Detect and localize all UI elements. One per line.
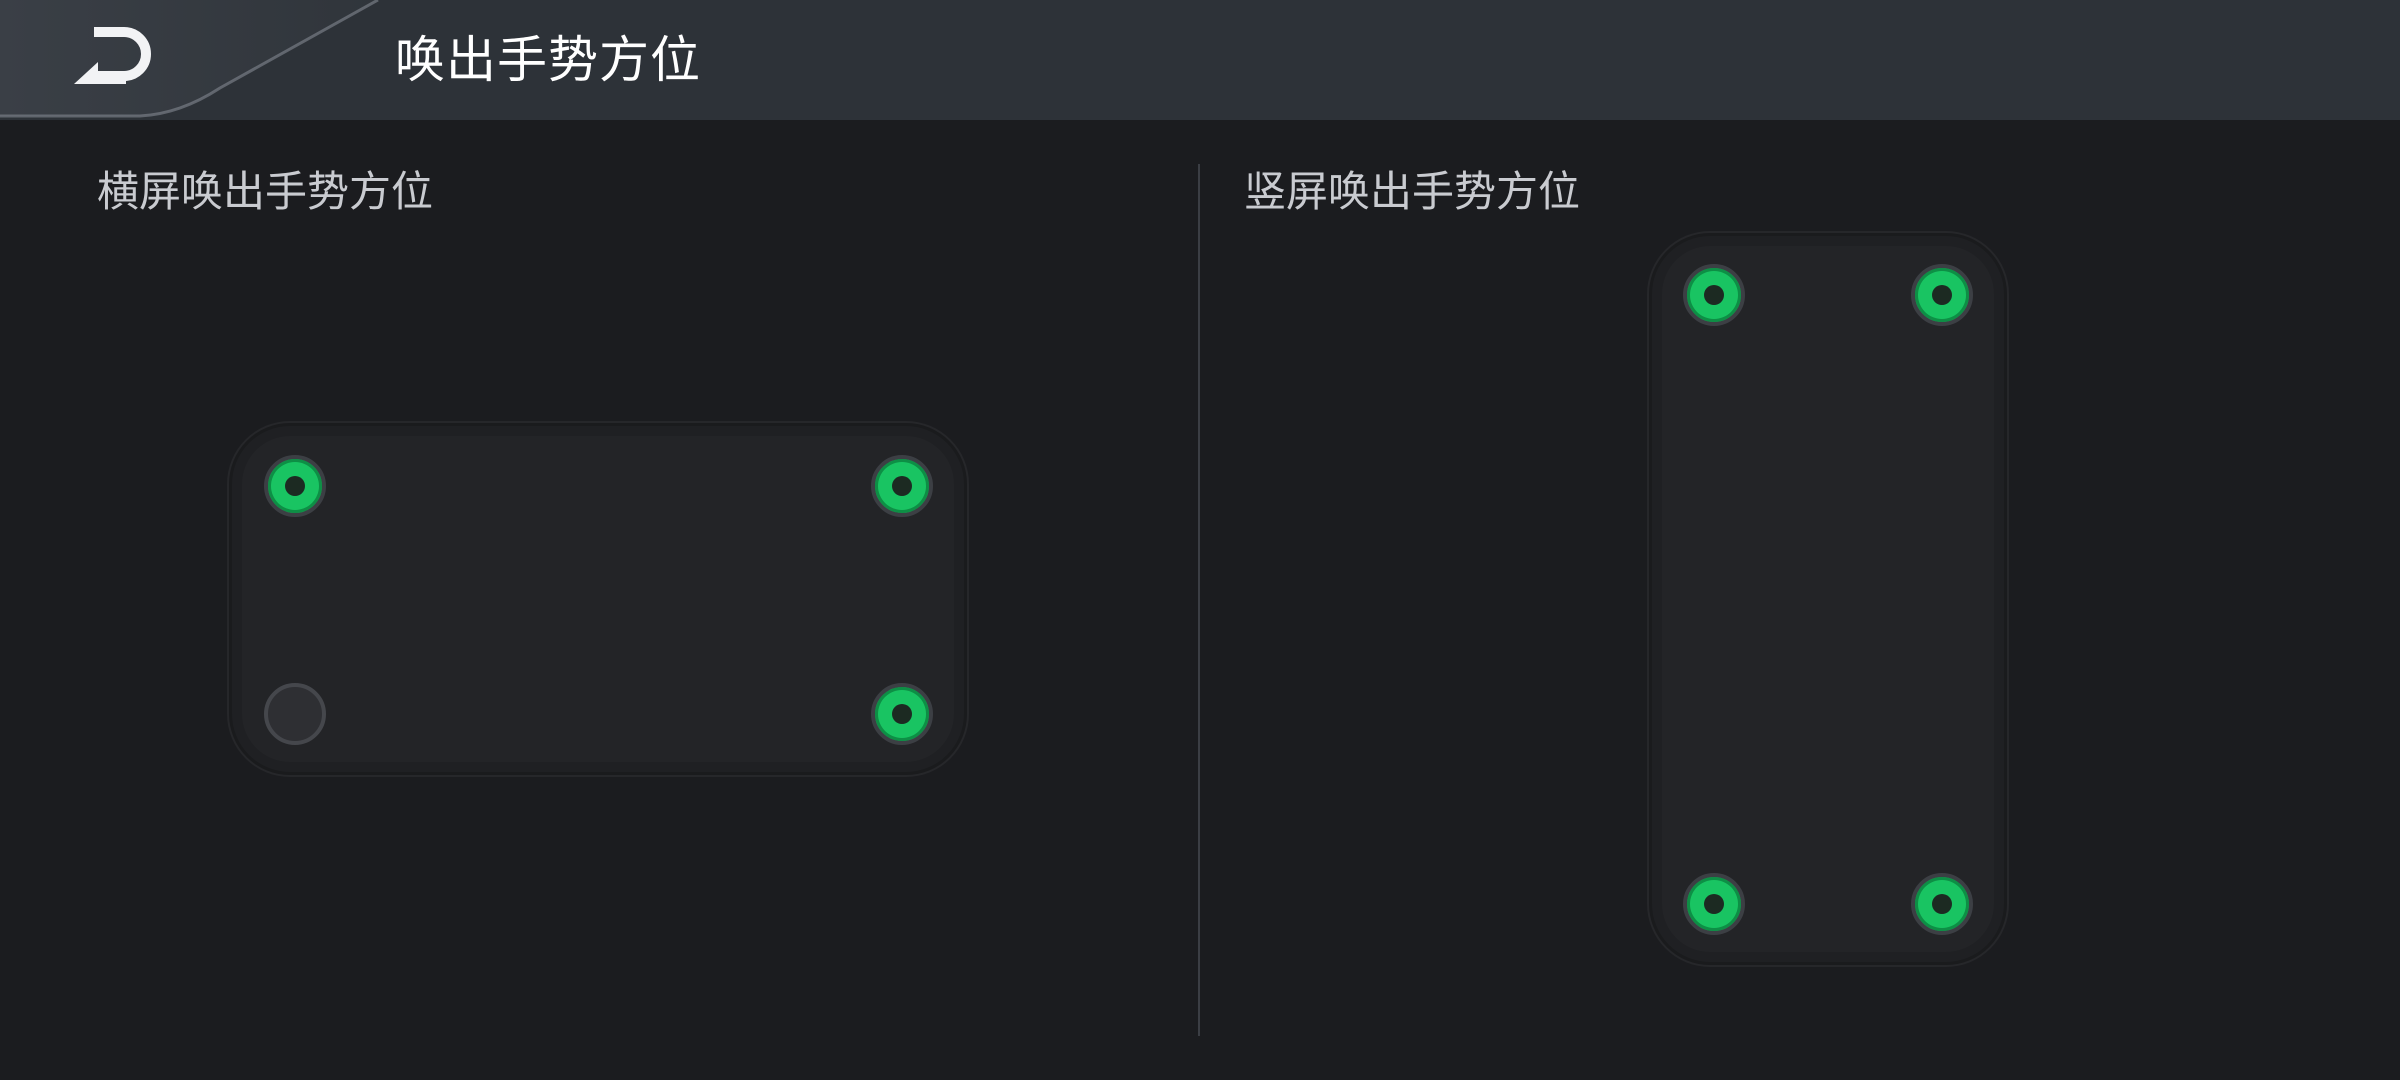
section-divider <box>1198 164 1200 1036</box>
landscape-device-frame <box>232 426 964 772</box>
portrait-device-frame <box>1652 236 2004 962</box>
portrait-top-left-toggle[interactable] <box>1683 264 1745 326</box>
portrait-bottom-left-toggle[interactable] <box>1683 873 1745 935</box>
portrait-section-title: 竖屏唤出手势方位 <box>1244 167 1581 216</box>
back-button[interactable] <box>60 22 170 98</box>
page-title: 唤出手势方位 <box>395 31 701 89</box>
landscape-top-right-toggle[interactable] <box>871 455 933 517</box>
landscape-bottom-right-toggle[interactable] <box>871 683 933 745</box>
gesture-position-page: 唤出手势方位 横屏唤出手势方位 竖屏唤出手势方位 <box>0 0 2400 1080</box>
portrait-top-right-toggle[interactable] <box>1911 264 1973 326</box>
landscape-section-title: 横屏唤出手势方位 <box>97 167 434 216</box>
landscape-top-left-toggle[interactable] <box>264 455 326 517</box>
back-arrow-icon <box>74 27 151 84</box>
portrait-bottom-right-toggle[interactable] <box>1911 873 1973 935</box>
landscape-bottom-left-toggle[interactable] <box>264 683 326 745</box>
header-bar: 唤出手势方位 <box>0 0 2400 120</box>
